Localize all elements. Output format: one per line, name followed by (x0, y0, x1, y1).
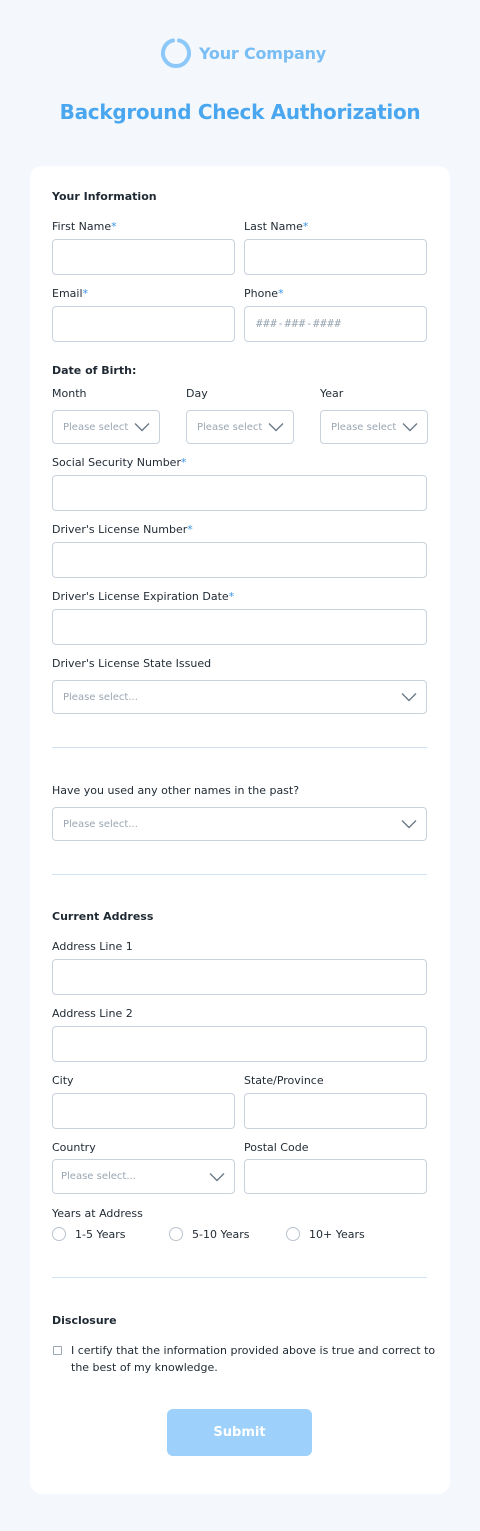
country-placeholder: Please select... (61, 1171, 136, 1182)
section-divider (52, 874, 427, 875)
company-name: Your Company (199, 43, 327, 63)
ssn-label: Social Security Number* (52, 456, 187, 469)
phone-label: Phone* (244, 287, 284, 300)
other-names-question: Have you used any other names in the pas… (52, 784, 300, 797)
radio-label: 10+ Years (309, 1227, 365, 1241)
city-input[interactable] (52, 1093, 235, 1129)
address-line1-input[interactable] (52, 959, 427, 995)
state-province-label: State/Province (244, 1074, 324, 1087)
license-state-placeholder: Please select... (63, 691, 138, 703)
chevron-down-icon (401, 820, 417, 829)
first-name-input[interactable] (52, 239, 235, 275)
radio-label: 5-10 Years (192, 1227, 250, 1241)
section-divider (52, 1277, 427, 1278)
chevron-down-icon (209, 1172, 225, 1181)
state-province-input[interactable] (244, 1093, 427, 1129)
certify-text-line2: the best of my knowledge. (71, 1361, 218, 1374)
address-line1-label: Address Line 1 (52, 940, 133, 953)
chevron-down-icon (402, 423, 418, 432)
radio-years-10-plus[interactable]: 10+ Years (286, 1227, 365, 1241)
radio-button[interactable] (286, 1227, 300, 1241)
other-names-placeholder: Please select... (63, 818, 138, 830)
ssn-input[interactable] (52, 475, 427, 511)
dob-day-select[interactable]: Please select (186, 410, 294, 444)
license-expiration-input[interactable] (52, 609, 427, 645)
certify-text-line1: I certify that the information provided … (71, 1344, 436, 1357)
last-name-input[interactable] (244, 239, 427, 275)
dob-month-label: Month (52, 387, 87, 400)
page-title: Background Check Authorization (59, 100, 421, 124)
dob-month-placeholder: Please select (63, 421, 129, 433)
ring-logo-icon (161, 38, 191, 69)
license-number-label: Driver's License Number* (52, 523, 193, 536)
dob-day-placeholder: Please select (197, 421, 263, 433)
dob-month-select[interactable]: Please select (52, 410, 160, 444)
first-name-label: First Name* (52, 220, 117, 233)
license-expiration-label: Driver's License Expiration Date* (52, 590, 235, 603)
phone-placeholder: ###-###-#### (256, 317, 342, 330)
chevron-down-icon (134, 423, 150, 432)
section-title-disclosure: Disclosure (52, 1314, 117, 1327)
city-label: City (52, 1074, 74, 1087)
dob-year-placeholder: Please select (331, 421, 397, 433)
radio-button[interactable] (169, 1227, 183, 1241)
country-select[interactable]: Please select... (52, 1159, 235, 1194)
address-line2-input[interactable] (52, 1026, 427, 1062)
radio-years-5-10[interactable]: 5-10 Years (169, 1227, 249, 1241)
certify-checkbox[interactable] (53, 1346, 62, 1355)
postal-code-label: Postal Code (244, 1141, 309, 1154)
license-state-select[interactable]: Please select... (52, 680, 427, 714)
postal-code-input[interactable] (244, 1159, 427, 1194)
radio-years-1-5[interactable]: 1-5 Years (52, 1227, 125, 1241)
radio-label: 1-5 Years (75, 1227, 126, 1241)
email-label: Email* (52, 287, 89, 300)
dob-year-select[interactable]: Please select (320, 410, 428, 444)
other-names-select[interactable]: Please select... (52, 807, 427, 841)
address-line2-label: Address Line 2 (52, 1007, 133, 1020)
dob-day-label: Day (186, 387, 208, 400)
dob-year-label: Year (320, 387, 344, 400)
last-name-label: Last Name* (244, 220, 309, 233)
section-divider (52, 747, 427, 748)
section-title-your-information: Your Information (52, 190, 157, 203)
submit-button[interactable]: Submit (167, 1409, 312, 1456)
country-label: Country (52, 1141, 96, 1154)
radio-button[interactable] (52, 1227, 66, 1241)
dob-title: Date of Birth: (52, 364, 137, 377)
license-state-label: Driver's License State Issued (52, 657, 212, 670)
license-number-input[interactable] (52, 542, 427, 578)
email-input[interactable] (52, 306, 235, 342)
chevron-down-icon (268, 423, 284, 432)
chevron-down-icon (401, 693, 417, 702)
company-logo: Your Company (160, 36, 330, 70)
section-title-current-address: Current Address (52, 910, 154, 923)
years-at-address-label: Years at Address (52, 1207, 143, 1220)
phone-input[interactable]: ###-###-#### (244, 306, 427, 342)
